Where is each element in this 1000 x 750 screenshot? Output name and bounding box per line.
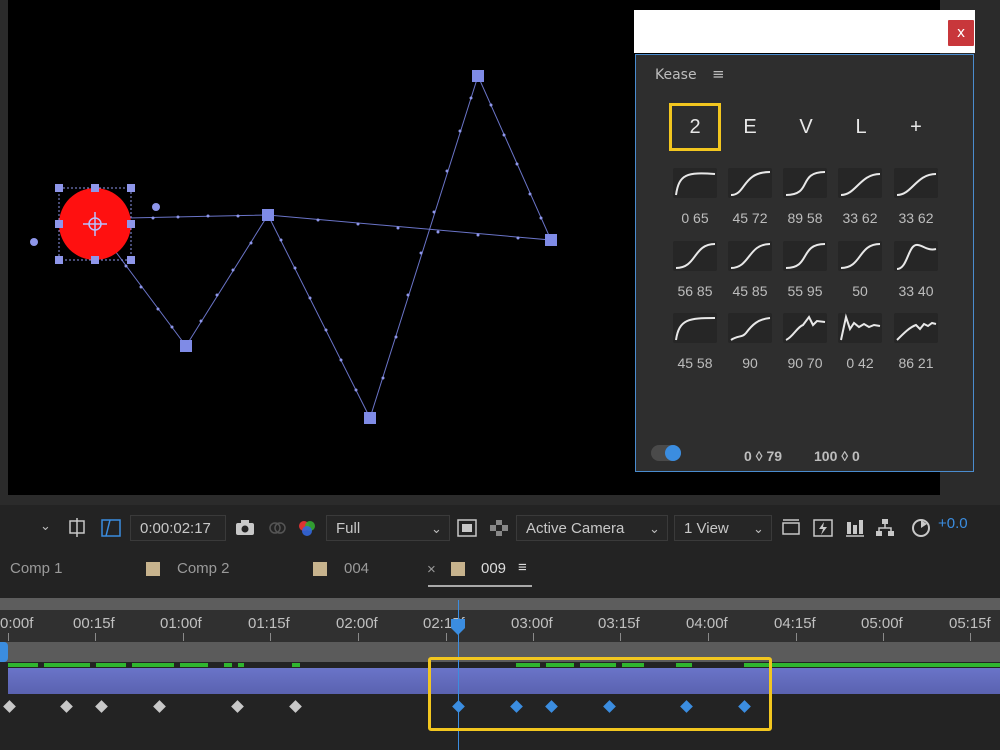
resolution-value: Full <box>336 520 361 537</box>
label-color-swatch <box>146 562 160 576</box>
motion-keyframes <box>180 70 557 424</box>
kease-menu-icon[interactable]: ≡ <box>712 65 725 83</box>
mode-button-v[interactable]: V <box>780 103 832 151</box>
ruler-label: 04:00f <box>686 615 728 632</box>
kease-toggle[interactable] <box>651 445 681 461</box>
ruler-label: 03:00f <box>511 615 553 632</box>
preset-curve-button[interactable] <box>673 313 717 343</box>
view-layout-dropdown[interactable]: 1 View ⌄ <box>674 515 772 541</box>
camera-view-value: Active Camera <box>526 520 625 537</box>
preset-curve-button[interactable] <box>838 313 882 343</box>
preset-curve-button[interactable] <box>838 241 882 271</box>
timeline-panel-icon[interactable] <box>844 517 866 539</box>
tab-004[interactable]: 004 <box>344 560 369 577</box>
transparency-grid-toggle-icon[interactable] <box>100 517 122 539</box>
active-tab-indicator <box>428 585 532 587</box>
label-color-swatch <box>451 562 465 576</box>
chevron-down-icon: ⌄ <box>431 521 442 536</box>
tab-009[interactable]: 009 <box>481 560 506 577</box>
region-of-interest-icon[interactable] <box>66 517 88 539</box>
exposure-value[interactable]: +0.0 <box>938 515 968 532</box>
tab-menu-icon[interactable]: ≡ <box>518 559 527 576</box>
ruler-label: 05:00f <box>861 615 903 632</box>
kease-window-titlebar[interactable] <box>634 10 975 53</box>
preset-curve-button[interactable] <box>838 168 882 198</box>
show-snapshot-icon[interactable] <box>266 517 288 539</box>
mode-button-l[interactable]: L <box>835 103 887 151</box>
preset-curve-button[interactable] <box>673 241 717 271</box>
fast-preview-icon[interactable] <box>812 517 834 539</box>
tab-close-icon[interactable]: × <box>427 561 436 578</box>
composition-viewer: x Kease ≡ 2 E V L + 0 65 45 72 89 58 33 … <box>0 0 1000 505</box>
preset-curve-button[interactable] <box>728 168 772 198</box>
preset-curve-button[interactable] <box>894 241 938 271</box>
kease-out-influence: 100 ◊ 0 <box>814 448 860 464</box>
ruler-label: 0:00f <box>0 615 34 632</box>
toggle-pixel-aspect-icon[interactable] <box>780 517 802 539</box>
resolution-dropdown[interactable]: Full ⌄ <box>326 515 450 541</box>
preset-curve-button[interactable] <box>673 168 717 198</box>
mode-button-plus[interactable]: + <box>890 103 942 151</box>
label-color-swatch <box>313 562 327 576</box>
ruler-label: 04:15f <box>774 615 816 632</box>
current-time-display[interactable]: 0:00:02:17 <box>130 515 226 541</box>
viewer-toolbar: ⌄ 0:00:02:17 Full ⌄ Active Camera ⌄ 1 Vi… <box>0 512 1000 544</box>
kease-title: Kease <box>655 67 697 83</box>
preset-curve-button[interactable] <box>728 241 772 271</box>
ruler-label: 01:15f <box>248 615 290 632</box>
region-of-interest-frame-icon[interactable] <box>456 517 478 539</box>
mode-button-2[interactable]: 2 <box>669 103 721 151</box>
chevron-down-icon: ⌄ <box>649 521 660 536</box>
preset-label: 33 40 <box>898 283 934 299</box>
kease-close-button[interactable]: x <box>948 20 974 46</box>
ruler-label: 02:00f <box>336 615 378 632</box>
preset-label: 86 21 <box>898 355 934 371</box>
camera-view-dropdown[interactable]: Active Camera ⌄ <box>516 515 668 541</box>
ruler-label: 05:15f <box>949 615 991 632</box>
playhead-marker-icon[interactable] <box>450 618 466 636</box>
ruler-label: 03:15f <box>598 615 640 632</box>
preset-curve-button[interactable] <box>783 168 827 198</box>
snapshot-camera-icon[interactable] <box>234 517 256 539</box>
chevron-down-icon: ⌄ <box>753 521 764 536</box>
work-area-start-handle[interactable] <box>0 642 8 662</box>
tab-comp-1[interactable]: Comp 1 <box>10 560 63 577</box>
preset-label: 33 62 <box>898 210 934 226</box>
preset-curve-button[interactable] <box>894 313 938 343</box>
tab-comp-2[interactable]: Comp 2 <box>177 560 230 577</box>
exposure-reset-icon[interactable] <box>910 517 932 539</box>
toggle-knob <box>665 445 681 461</box>
ruler-label: 00:15f <box>73 615 115 632</box>
preset-curve-button[interactable] <box>783 241 827 271</box>
motion-path-dots <box>107 96 543 392</box>
zoom-dropdown-chevron-icon[interactable]: ⌄ <box>40 519 51 534</box>
kease-panel: Kease ≡ 2 E V L + 0 65 45 72 89 58 33 62… <box>635 54 974 472</box>
comp-flowchart-icon[interactable] <box>874 517 896 539</box>
channel-rgb-icon[interactable] <box>296 517 318 539</box>
time-navigator-bar[interactable] <box>0 598 1000 610</box>
selected-keyframes-highlight <box>428 657 772 731</box>
preset-curve-button[interactable] <box>728 313 772 343</box>
view-layout-value: 1 View <box>684 520 729 537</box>
kease-in-influence: 0 ◊ 79 <box>744 448 783 464</box>
time-ruler[interactable] <box>0 610 1000 642</box>
motion-path <box>94 74 552 420</box>
checkerboard-transparency-icon[interactable] <box>488 517 510 539</box>
ruler-label: 01:00f <box>160 615 202 632</box>
mode-button-e[interactable]: E <box>724 103 776 151</box>
preset-curve-button[interactable] <box>894 168 938 198</box>
preset-curve-button[interactable] <box>783 313 827 343</box>
